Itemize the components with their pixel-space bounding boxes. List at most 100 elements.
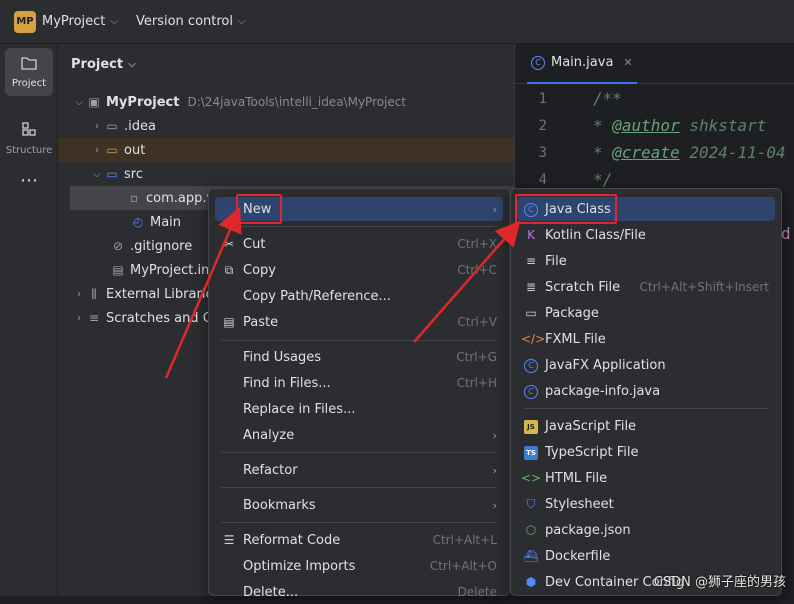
- java-class-icon: C: [521, 357, 541, 373]
- menu-item-label: JavaScript File: [545, 419, 775, 434]
- structure-tool-button[interactable]: Structure: [5, 114, 53, 162]
- expanded-arrow-icon[interactable]: ⌵: [72, 97, 86, 108]
- nodejs-icon: ⬡: [521, 523, 541, 537]
- code-line-2[interactable]: * @author shkstart: [593, 116, 766, 135]
- package-icon: ▫: [126, 191, 142, 205]
- code-text: *: [593, 116, 612, 135]
- tab-label: Main.java: [551, 55, 613, 70]
- tree-item-out[interactable]: › ▭ out: [58, 138, 514, 162]
- expanded-arrow-icon[interactable]: ⌵: [90, 169, 104, 180]
- menu-item-label: Find Usages: [243, 350, 456, 365]
- menu-separator: [221, 340, 497, 341]
- structure-tool-label: Structure: [6, 145, 53, 156]
- menu-item-label: Package: [545, 306, 775, 321]
- tree-label: out: [124, 143, 145, 158]
- project-switcher[interactable]: MyProject ⌵: [42, 14, 118, 29]
- menu-item-javascript[interactable]: JS JavaScript File: [517, 414, 775, 438]
- menu-item-optimize-imports[interactable]: Optimize Imports Ctrl+Alt+O: [215, 554, 503, 578]
- shortcut: Ctrl+C: [457, 263, 497, 277]
- collapsed-arrow-icon[interactable]: ›: [72, 313, 86, 324]
- container-icon: ⬢: [521, 575, 541, 589]
- menu-item-stylesheet[interactable]: ⛉ Stylesheet: [517, 492, 775, 516]
- menu-item-find-in-files[interactable]: Find in Files... Ctrl+H: [215, 371, 503, 395]
- menu-item-package-json[interactable]: ⬡ package.json: [517, 518, 775, 542]
- menu-item-label: Analyze: [243, 428, 493, 443]
- java-class-icon: C: [531, 56, 545, 70]
- project-badge[interactable]: MP: [14, 11, 36, 33]
- tab-main-java[interactable]: C Main.java ✕: [527, 44, 637, 84]
- menu-item-delete[interactable]: Delete... Delete: [215, 580, 503, 604]
- menu-item-label: New: [243, 202, 493, 217]
- menu-item-dockerfile[interactable]: ⛴ Dockerfile: [517, 544, 775, 568]
- menu-item-refactor[interactable]: Refactor ›: [215, 458, 503, 482]
- file-icon: ≡: [521, 254, 541, 268]
- menu-item-label: Scratch File: [545, 280, 640, 295]
- scratches-icon: ≡: [86, 311, 102, 325]
- menu-item-reformat-code[interactable]: ☰ Reformat Code Ctrl+Alt+L: [215, 528, 503, 552]
- menu-item-label: TypeScript File: [545, 445, 775, 460]
- submenu-arrow-icon: ›: [493, 464, 497, 477]
- menu-item-html[interactable]: <> HTML File: [517, 466, 775, 490]
- tree-item-idea[interactable]: › ▭ .idea: [58, 114, 514, 138]
- typescript-icon: TS: [521, 444, 541, 460]
- menu-item-kotlin[interactable]: K Kotlin Class/File: [517, 223, 775, 247]
- tree-label: src: [124, 167, 143, 182]
- menu-item-new[interactable]: New ›: [215, 197, 503, 221]
- tree-label: MyProject.iml: [130, 263, 217, 278]
- menu-item-label: Replace in Files...: [243, 402, 503, 417]
- menu-item-analyze[interactable]: Analyze ›: [215, 423, 503, 447]
- collapsed-arrow-icon[interactable]: ›: [90, 145, 104, 156]
- project-tool-button[interactable]: Project: [5, 48, 53, 96]
- code-line-1[interactable]: /**: [593, 89, 622, 108]
- scratch-file-icon: ≣: [521, 280, 541, 294]
- project-tool-label: Project: [12, 78, 46, 89]
- version-control-menu[interactable]: Version control ⌵: [136, 14, 246, 29]
- line-number: 4: [515, 172, 547, 188]
- ignore-file-icon: ⊘: [110, 239, 126, 253]
- menu-item-file[interactable]: ≡ File: [517, 249, 775, 273]
- menu-item-label: Bookmarks: [243, 498, 493, 513]
- menu-item-package-info[interactable]: C package-info.java: [517, 379, 775, 403]
- chevron-down-icon: ⌵: [128, 59, 136, 70]
- more-tools-button[interactable]: ⋯: [5, 166, 53, 194]
- menu-item-bookmarks[interactable]: Bookmarks ›: [215, 493, 503, 517]
- tree-item-myproject[interactable]: ⌵ ▣ MyProject D:\24javaTools\intelli_ide…: [58, 90, 514, 114]
- menu-item-label: Dockerfile: [545, 549, 775, 564]
- shortcut: Ctrl+Alt+O: [430, 559, 497, 573]
- menu-item-label: Cut: [243, 237, 457, 252]
- code-line-4[interactable]: */: [593, 170, 612, 189]
- menu-item-label: Copy Path/Reference...: [243, 289, 503, 304]
- menu-item-label: Copy: [243, 263, 457, 278]
- menu-item-javafx[interactable]: C JavaFX Application: [517, 353, 775, 377]
- menu-item-label: FXML File: [545, 332, 775, 347]
- project-name: MyProject: [42, 14, 105, 29]
- menu-separator: [221, 226, 497, 227]
- menu-item-copy-path[interactable]: Copy Path/Reference...: [215, 284, 503, 308]
- java-class-icon: ◴: [130, 215, 146, 229]
- menu-item-fxml[interactable]: </> FXML File: [517, 327, 775, 351]
- tree-item-src[interactable]: ⌵ ▭ src: [58, 162, 514, 186]
- menu-item-label: Java Class: [545, 202, 775, 217]
- menu-item-label: Kotlin Class/File: [545, 228, 775, 243]
- tool-window-strip: Project Structure ⋯: [0, 44, 58, 596]
- code-line-3[interactable]: * @create 2024-11-04: [593, 143, 786, 162]
- tree-label: MyProject: [106, 95, 179, 110]
- close-icon[interactable]: ✕: [623, 56, 632, 69]
- menu-item-copy[interactable]: ⧉ Copy Ctrl+C: [215, 258, 503, 282]
- context-menu: New › ✂ Cut Ctrl+X ⧉ Copy Ctrl+C Copy Pa…: [208, 188, 510, 596]
- menu-item-replace-in-files[interactable]: Replace in Files...: [215, 397, 503, 421]
- menu-item-package[interactable]: ▭ Package: [517, 301, 775, 325]
- menu-item-label: File: [545, 254, 775, 269]
- menu-item-label: Optimize Imports: [243, 559, 430, 574]
- chevron-down-icon: ⌵: [238, 16, 246, 27]
- collapsed-arrow-icon[interactable]: ›: [90, 121, 104, 132]
- menu-item-typescript[interactable]: TS TypeScript File: [517, 440, 775, 464]
- menu-item-java-class[interactable]: C Java Class: [517, 197, 775, 221]
- project-pane-header[interactable]: Project ⌵: [71, 57, 136, 72]
- menu-item-scratch-file[interactable]: ≣ Scratch File Ctrl+Alt+Shift+Insert: [517, 275, 775, 299]
- menu-item-cut[interactable]: ✂ Cut Ctrl+X: [215, 232, 503, 256]
- menu-item-paste[interactable]: ▤ Paste Ctrl+V: [215, 310, 503, 334]
- menu-item-label: Find in Files...: [243, 376, 457, 391]
- collapsed-arrow-icon[interactable]: ›: [72, 289, 86, 300]
- menu-item-find-usages[interactable]: Find Usages Ctrl+G: [215, 345, 503, 369]
